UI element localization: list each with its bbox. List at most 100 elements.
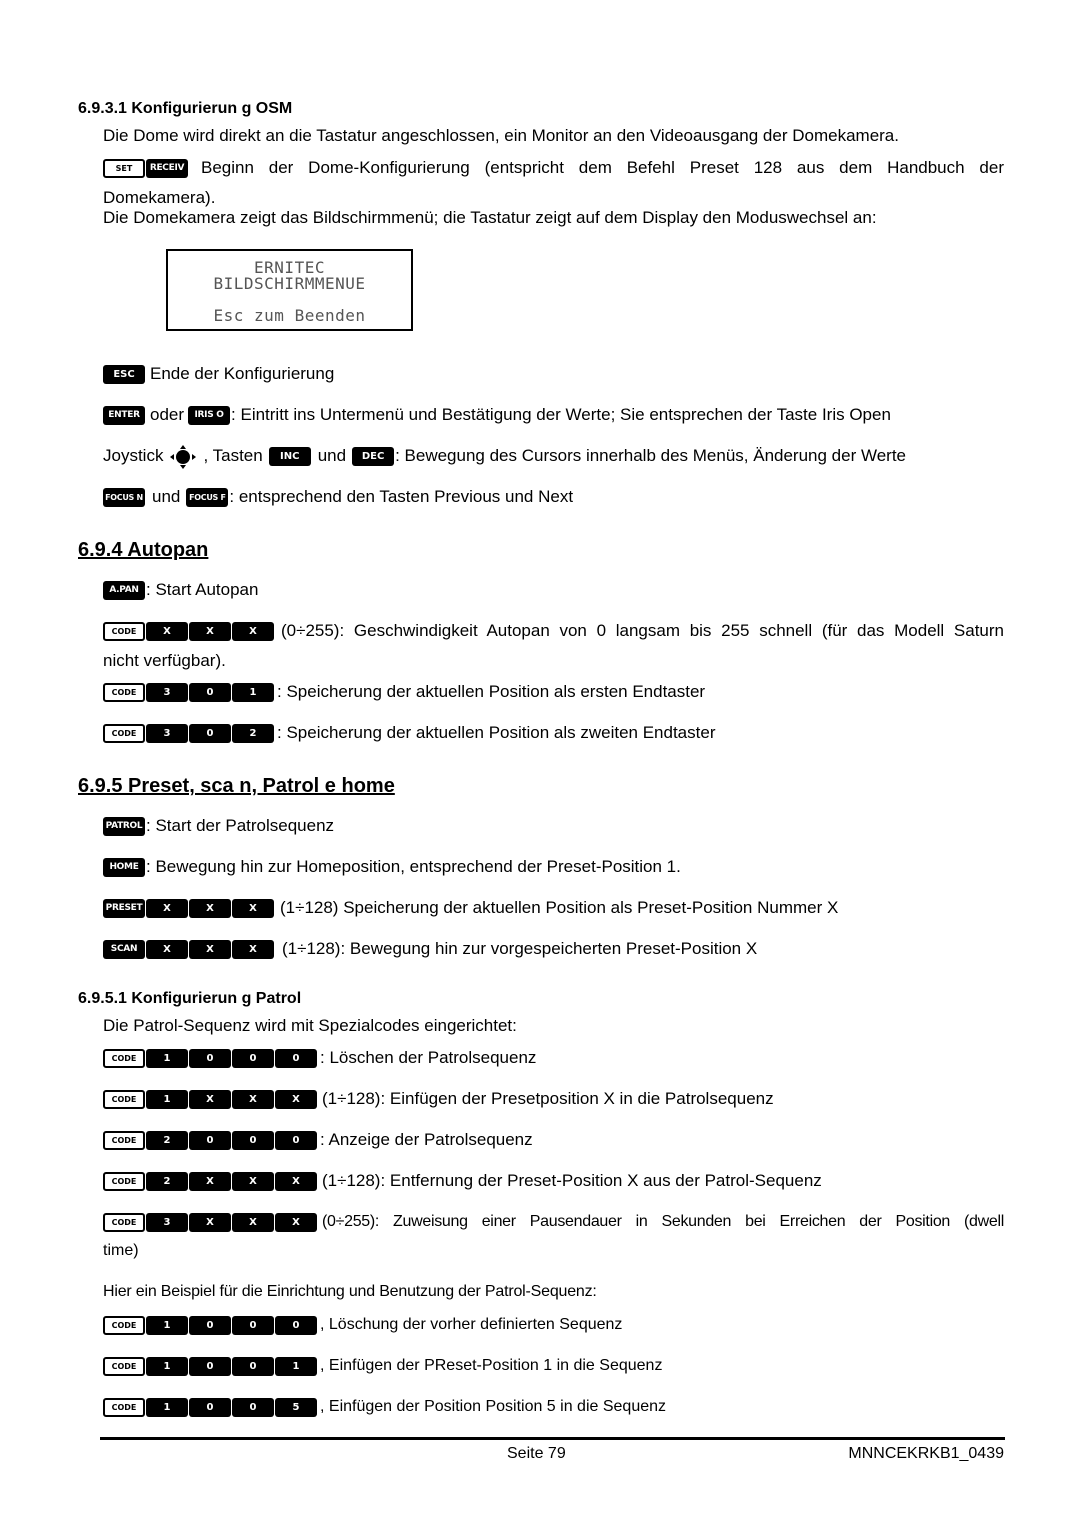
digit-key-icon: 1 xyxy=(146,1315,188,1335)
joystick-row: Joystick , Tasten INC und DEC : Bewegung… xyxy=(103,445,906,469)
example-row: CODE 1 0 0 5 , Einfügen der Position Pos… xyxy=(103,1396,666,1418)
description: : Eintritt ins Untermenü und Bestätigung… xyxy=(231,405,891,424)
code-key-icon: CODE xyxy=(103,1397,145,1417)
digit-key-icon: 0 xyxy=(189,1315,231,1335)
description-continued: nicht verfügbar). xyxy=(103,651,226,670)
scan-key-icon: SCAN xyxy=(103,939,145,959)
digit-key-icon: X xyxy=(275,1089,317,1109)
code-key-icon: CODE xyxy=(103,621,145,641)
code-key-icon: CODE xyxy=(103,1171,145,1191)
digit-key-icon: 2 xyxy=(232,723,274,743)
code-key-icon: CODE xyxy=(103,1089,145,1109)
digit-key-icon: 1 xyxy=(275,1356,317,1376)
digit-key-icon: X xyxy=(189,1089,231,1109)
digit-key-icon: 0 xyxy=(189,723,231,743)
description: : Bewegung des Cursors innerhalb des Men… xyxy=(395,446,906,465)
home-row: HOME : Bewegung hin zur Homeposition, en… xyxy=(103,856,681,878)
digit-key-icon: X xyxy=(189,621,231,641)
description: : Anzeige der Patrolsequenz xyxy=(320,1130,533,1149)
paragraph: Beginn der Dome-Konfigurierung (entspric… xyxy=(201,158,1004,177)
digit-key-icon: X xyxy=(232,898,274,918)
digit-key-icon: X xyxy=(189,1212,231,1232)
description: (0÷255): Geschwindigkeit Autopan von 0 l… xyxy=(281,621,1004,640)
paragraph: Die Domekamera zeigt das Bildschirmmenü;… xyxy=(103,208,877,227)
digit-key-icon: X xyxy=(232,1212,274,1232)
focus-row: FOCUS N und FOCUS F : entsprechend den T… xyxy=(103,486,573,508)
digit-key-icon: 0 xyxy=(232,1048,274,1068)
description: , Einfügen der PReset-Position 1 in die … xyxy=(320,1357,663,1374)
digit-key-icon: 0 xyxy=(189,1048,231,1068)
description: (1÷128) Speicherung der aktuellen Positi… xyxy=(280,898,839,917)
digit-key-icon: 2 xyxy=(146,1171,188,1191)
patrol-key-icon: PATROL xyxy=(103,816,145,836)
digit-key-icon: X xyxy=(232,1171,274,1191)
digit-key-icon: 5 xyxy=(275,1397,317,1417)
receiv-key-icon: RECEIV xyxy=(146,158,188,178)
footer-rule xyxy=(100,1437,1005,1440)
description: : entsprechend den Tasten Previous und N… xyxy=(229,487,574,506)
joystick-icon xyxy=(165,445,201,469)
enter-key-icon: ENTER xyxy=(103,405,145,425)
code-key-icon: CODE xyxy=(103,682,145,702)
paragraph: Die Dome wird direkt an die Tastatur ang… xyxy=(103,126,899,145)
digit-key-icon: X xyxy=(189,1171,231,1191)
digit-key-icon: X xyxy=(232,1089,274,1109)
digit-key-icon: X xyxy=(275,1212,317,1232)
paragraph: Hier ein Beispiel für die Einrichtung un… xyxy=(103,1283,597,1300)
description: : Speicherung der aktuellen Position als… xyxy=(277,723,716,742)
example-row: CODE 1 0 0 1 , Einfügen der PReset-Posit… xyxy=(103,1355,662,1377)
page-number: Seite 79 xyxy=(507,1445,566,1462)
digit-key-icon: 0 xyxy=(232,1130,274,1150)
description: (1÷128): Entfernung der Preset-Position … xyxy=(322,1171,822,1190)
iris-open-key-icon: IRIS O xyxy=(188,405,231,425)
description: : Speicherung der aktuellen Position als… xyxy=(277,682,706,701)
code-key-icon: CODE xyxy=(103,1130,145,1150)
focus-near-key-icon: FOCUS N xyxy=(103,487,145,507)
paragraph: Domekamera). xyxy=(103,188,216,207)
preset-key-icon: PRESET xyxy=(103,898,145,918)
digit-key-icon: X xyxy=(189,939,231,959)
patrol-code-row: CODE 3 X X X (0÷255): Zuweisung einer Pa… xyxy=(103,1211,1004,1233)
digit-key-icon: 1 xyxy=(232,682,274,702)
esc-row: ESC Ende der Konfigurierung xyxy=(103,363,334,385)
conjunction: oder xyxy=(150,405,185,424)
apan-row: A.PAN : Start Autopan xyxy=(103,579,258,601)
heading-preset-scan-patrol-home: 6.9.5 Preset, sca n, Patrol e home xyxy=(78,775,395,797)
digit-key-icon: 1 xyxy=(146,1048,188,1068)
home-key-icon: HOME xyxy=(103,857,145,877)
code-key-icon: CODE xyxy=(103,1048,145,1068)
patrol-code-row: CODE 2 X X X (1÷128): Entfernung der Pre… xyxy=(103,1170,822,1192)
description: , Einfügen der Position Position 5 in di… xyxy=(320,1398,667,1415)
description: : Start Autopan xyxy=(146,580,259,599)
lcd-line: Esc zum Beenden xyxy=(213,306,366,325)
heading-konfigurierung-patrol: 6.9.5.1 Konfigurierun g Patrol xyxy=(78,990,302,1007)
preset-row: PRESET X X X (1÷128) Speicherung der akt… xyxy=(103,897,838,919)
lcd-display: ERNITEC BILDSCHIRMMENUE Esc zum Beenden xyxy=(166,249,413,331)
digit-key-icon: 1 xyxy=(146,1356,188,1376)
set-receiv-row: SET RECEIV Beginn der Dome-Konfigurierun… xyxy=(103,157,1004,179)
digit-key-icon: X xyxy=(146,621,188,641)
digit-key-icon: X xyxy=(189,898,231,918)
digit-key-icon: 0 xyxy=(232,1315,274,1335)
document-id: MNNCEKRKB1_0439 xyxy=(848,1445,1004,1462)
digit-key-icon: 3 xyxy=(146,723,188,743)
code-key-icon: CODE xyxy=(103,723,145,743)
digit-key-icon: 2 xyxy=(146,1130,188,1150)
description: Ende der Konfigurierung xyxy=(150,364,335,383)
description: (1÷128): Einfügen der Presetposition X i… xyxy=(322,1089,774,1108)
autopan-speed-row: CODE X X X (0÷255): Geschwindigkeit Auto… xyxy=(103,620,1004,642)
description: : Start der Patrolsequenz xyxy=(146,816,335,835)
digit-key-icon: 0 xyxy=(275,1048,317,1068)
code-key-icon: CODE xyxy=(103,1315,145,1335)
digit-key-icon: X xyxy=(146,939,188,959)
digit-key-icon: X xyxy=(275,1171,317,1191)
scan-row: SCAN X X X (1÷128): Bewegung hin zur vor… xyxy=(103,938,757,960)
heading-autopan: 6.9.4 Autopan xyxy=(78,539,209,561)
label: , Tasten xyxy=(203,446,263,465)
endstop1-row: CODE 3 0 1 : Speicherung der aktuellen P… xyxy=(103,681,705,703)
digit-key-icon: 1 xyxy=(146,1089,188,1109)
code-key-icon: CODE xyxy=(103,1212,145,1232)
digit-key-icon: X xyxy=(232,939,274,959)
focus-far-key-icon: FOCUS F xyxy=(186,487,229,507)
digit-key-icon: 0 xyxy=(275,1130,317,1150)
